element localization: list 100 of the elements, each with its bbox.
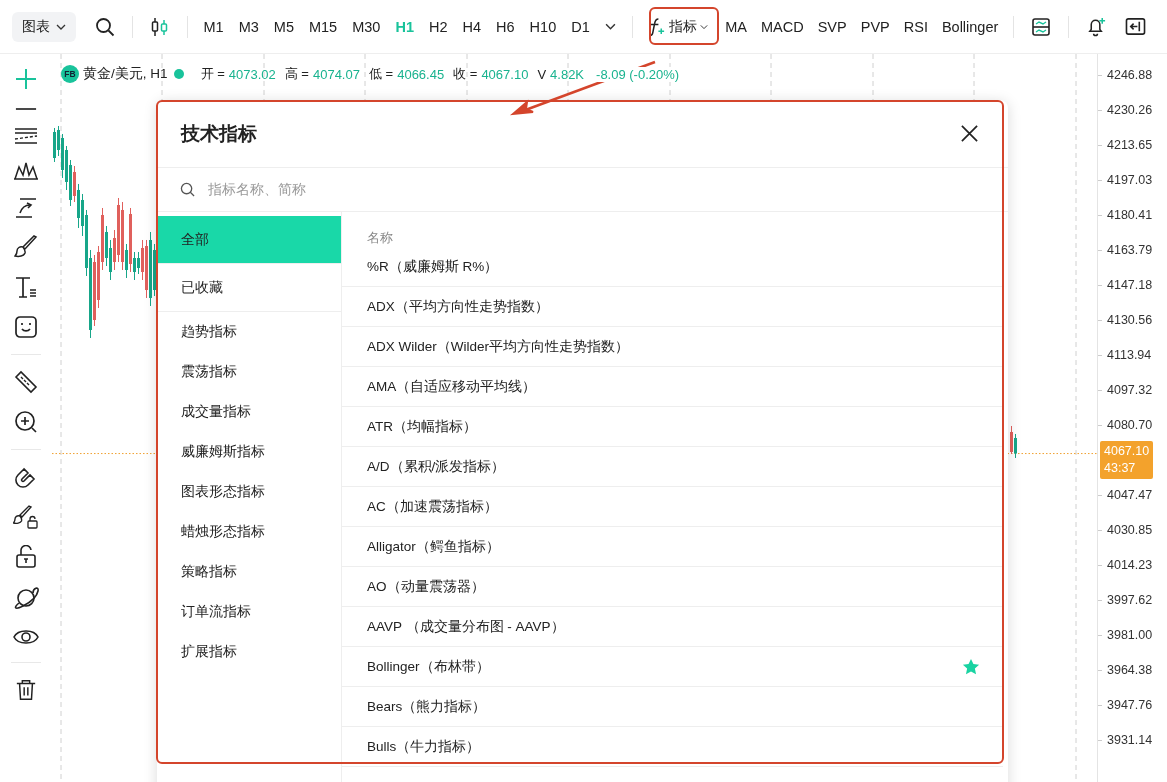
category-item[interactable]: 威廉姆斯指标 [157,432,341,472]
text-icon[interactable] [14,275,38,299]
indicator-row[interactable]: Bollinger（布林带） [342,647,1003,687]
timeframe-tab[interactable]: H10 [522,18,564,35]
brush-lock-icon[interactable] [13,505,39,529]
timeframe-tab[interactable]: M5 [266,18,302,35]
price-label: 4147.18 [1107,277,1153,292]
price-label: 4180.41 [1107,207,1153,222]
chevron-down-icon[interactable] [605,23,617,30]
chevron-down-icon [700,23,709,30]
indicator-name: A/D（累积/派发指标） [367,457,506,476]
star-icon[interactable] [962,657,980,676]
indicator-row[interactable]: AMA（自适应移动平均线） [342,367,1003,407]
price-label: 4246.88 [1107,68,1153,82]
indicator-row[interactable]: Bears（熊力指标） [342,687,1003,727]
magnet-icon[interactable] [14,465,38,489]
price-label: 4097.32 [1107,382,1153,397]
chart-menu-button[interactable]: 图表 [12,11,76,42]
highlight-frame [649,7,719,45]
ohlc-value: 4074.07 [312,66,360,82]
timeframe-tab[interactable]: H6 [488,18,523,35]
indicator-row[interactable]: A/D（累积/派发指标） [342,447,1003,487]
exit-icon[interactable] [1125,17,1147,36]
unlocked-lock-icon[interactable] [14,545,38,569]
indicator-name: AMA（自适应移动平均线） [367,377,537,396]
trash-icon[interactable] [15,678,37,702]
close-icon[interactable] [960,124,979,143]
category-item[interactable]: 扩展指标 [157,632,341,672]
indicator-shortcut[interactable]: PVP [853,18,897,35]
indicator-shortcut[interactable]: SVP [810,18,854,35]
price-label: 4230.26 [1107,103,1153,117]
category-item[interactable]: 趋势指标 [157,312,341,352]
indicator-row[interactable]: Bulls（牛力指标） [342,727,1003,767]
ohlc-label: 高 = [284,65,309,83]
indicator-name: Bears（熊力指标） [367,697,487,716]
parallel-lines-icon[interactable] [14,127,38,145]
current-price-tag: 4067.10 43:37 [1100,441,1154,479]
ohlc-label: 收 = [453,65,478,83]
indicator-shortcut[interactable]: MA [718,18,754,35]
candlestick-icon[interactable] [150,16,170,37]
indicator-row[interactable]: ATR（均幅指标） [342,407,1003,447]
indicator-row[interactable]: AAVP （成交量分布图 - AAVP） [342,607,1003,647]
category-item[interactable]: 已收藏 [157,264,341,312]
line-icon[interactable] [15,107,37,111]
zoom-in-icon[interactable] [14,410,38,434]
chevron-down-icon [56,23,66,30]
indicators-button[interactable]: 指标 [643,9,713,44]
brush-icon[interactable] [14,235,38,259]
category-item[interactable]: 震荡指标 [157,352,341,392]
symbol-badge: FB [61,65,79,83]
price-label: 4213.65 [1107,137,1153,152]
symbol-name: 黄金/美元, H1 [83,65,168,83]
timeframe-tab[interactable]: M1 [196,18,232,35]
bell-icon[interactable] [1086,16,1108,37]
ohlc-value: 4073.02 [228,66,276,82]
eye-icon[interactable] [13,627,39,647]
indicator-row[interactable]: AC（加速震荡指标） [342,487,1003,527]
timeframe-tab[interactable]: M30 [344,18,388,35]
indicator-name: ADX Wilder（Wilder平均方向性走势指数） [367,337,629,356]
ohlc-value: 4067.10 [481,66,529,82]
price-label: 4030.85 [1107,522,1153,537]
column-header: 名称 [366,229,394,247]
price-label: 3931.14 [1107,732,1153,747]
category-item[interactable]: 策略指标 [157,552,341,592]
price-label: 4014.23 [1107,557,1153,572]
indicator-row[interactable]: ADX（平均方向性走势指数） [342,287,1003,327]
indicator-name: Bulls（牛力指标） [367,737,481,756]
search-icon [180,182,195,197]
category-item[interactable]: 成交量指标 [157,392,341,432]
price-label: 3964.38 [1107,662,1153,677]
indicator-shortcut[interactable]: RSI [896,18,935,35]
layout-icon[interactable] [1031,16,1052,37]
timeframe-tab[interactable]: H4 [455,18,489,35]
category-item[interactable]: 蜡烛形态指标 [157,512,341,552]
search-icon[interactable] [95,16,115,37]
category-item[interactable]: 订单流指标 [157,592,341,632]
indicator-shortcut[interactable]: MACD [754,18,811,35]
timeframe-tab[interactable]: M15 [301,18,345,35]
indicator-row[interactable]: Alligator（鳄鱼指标） [342,527,1003,567]
indicator-row[interactable]: ADX Wilder（Wilder平均方向性走势指数） [342,327,1003,367]
indicator-row[interactable]: AO（动量震荡器） [342,567,1003,607]
price-label: 4080.70 [1107,417,1153,432]
timeframe-tab[interactable]: D1 [563,18,598,35]
timeframe-tab[interactable]: H2 [421,18,455,35]
smiley-sticker-icon[interactable] [14,315,38,339]
planet-icon[interactable] [13,585,39,611]
category-item[interactable]: 图表形态指标 [157,472,341,512]
indicator-shortcut[interactable]: Bollinger [934,18,1006,35]
indicator-name: Alligator（鳄鱼指标） [367,537,500,556]
dialog-title: 技术指标 [181,121,257,146]
zigzag-icon[interactable] [13,161,39,181]
ohlc-label: V [537,66,547,82]
category-item[interactable]: 全部 [157,216,341,264]
ruler-icon[interactable] [14,370,38,394]
indicator-row[interactable]: %R（威廉姆斯 R%） [342,247,1003,287]
ohlc-label: 低 = [368,65,394,83]
arrow-line-icon[interactable] [14,197,38,219]
timeframe-tab[interactable]: M3 [231,18,267,35]
price-label: 4130.56 [1107,312,1153,327]
price-label: 3981.00 [1107,627,1153,642]
